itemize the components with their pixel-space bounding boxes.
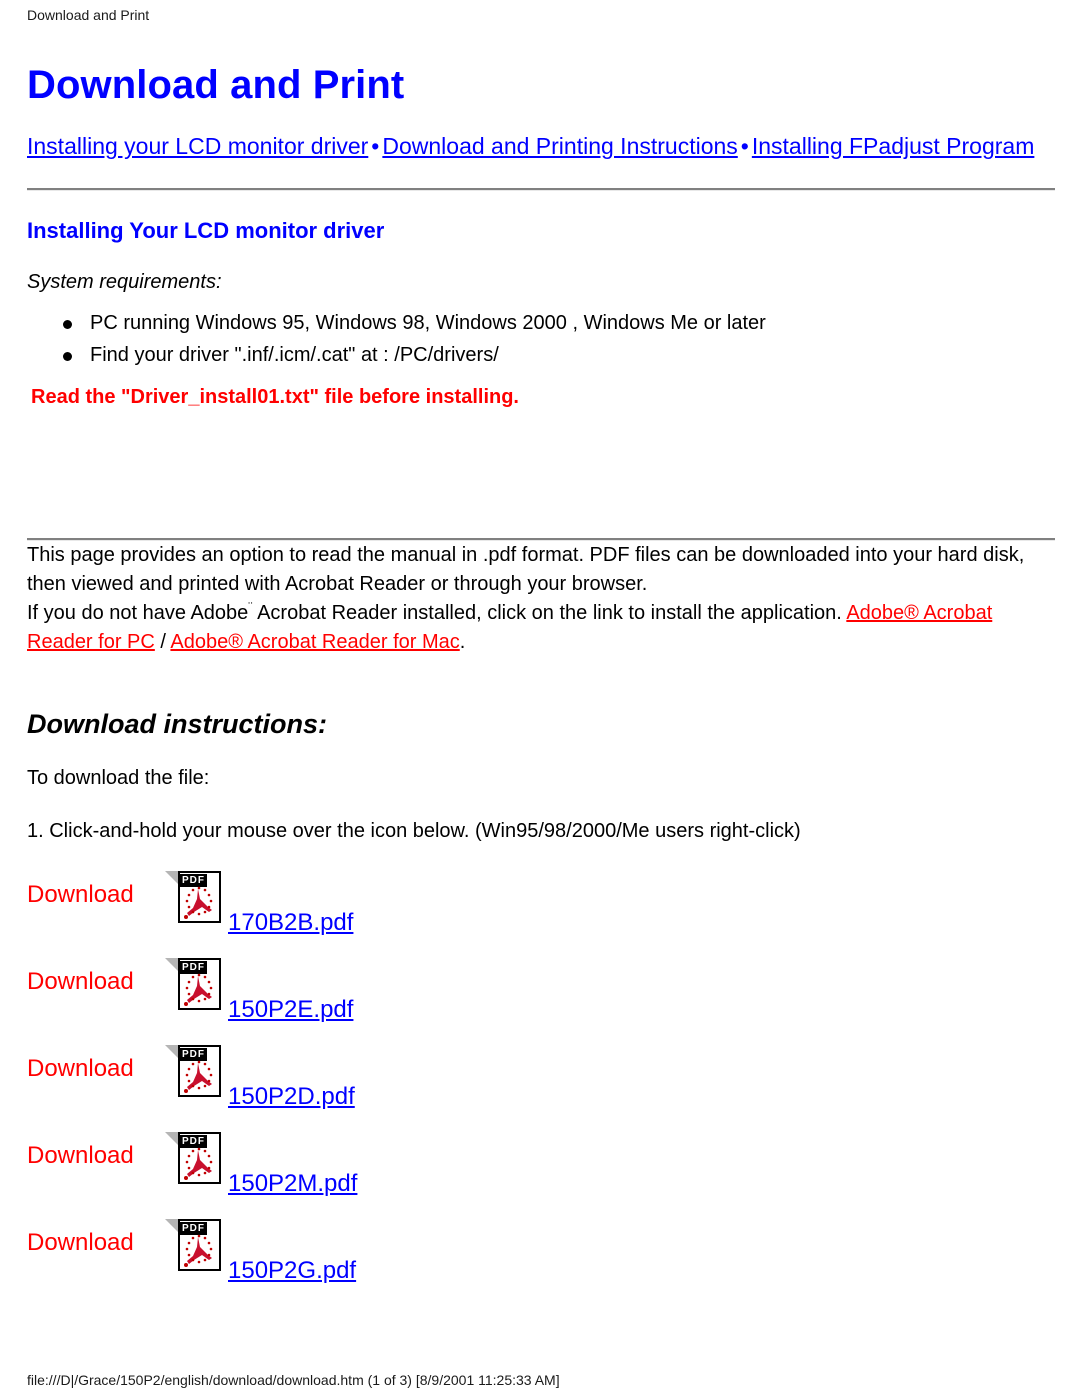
nav-separator-2: • — [740, 133, 749, 159]
nav-link-download-printing[interactable]: Download and Printing Instructions — [382, 133, 737, 159]
requirement-text: PC running Windows 95, Windows 98, Windo… — [90, 312, 766, 334]
bullet-icon — [63, 320, 72, 329]
pdf-file-link[interactable]: 150P2M.pdf — [228, 1169, 357, 1199]
download-row: Download PDF — [27, 867, 1055, 954]
download-label: Download — [27, 1055, 134, 1082]
nav-link-installing-driver[interactable]: Installing your LCD monitor driver — [27, 133, 368, 159]
link-divider: / — [154, 631, 171, 653]
download-intro-text: To download the file: — [27, 767, 210, 789]
link-acrobat-reader-mac[interactable]: Adobe® Acrobat Reader for Mac — [170, 631, 459, 653]
pdf-file-link[interactable]: 150P2G.pdf — [228, 1256, 356, 1286]
page-fold-icon — [165, 1045, 178, 1058]
browser-print-header: Download and Print — [27, 7, 150, 23]
download-row: Download PDF — [27, 1215, 1055, 1302]
download-step-1: 1. Click-and-hold your mouse over the ic… — [27, 820, 801, 842]
download-instructions-heading: Download instructions: — [27, 709, 327, 739]
acrobat-logo-icon — [184, 1234, 213, 1267]
download-row: Download PDF — [27, 1128, 1055, 1215]
pdf-file-link[interactable]: 150P2D.pdf — [228, 1082, 355, 1112]
acrobat-install-paragraph: If you do not have Adobe¨ Acrobat Reader… — [27, 599, 1055, 657]
acrobat-logo-icon — [184, 886, 213, 919]
acrobat-text-mid: Acrobat Reader installed, click on the l… — [252, 602, 847, 624]
pdf-file-link[interactable]: 170B2B.pdf — [228, 908, 353, 938]
paragraph-period: . — [459, 631, 466, 653]
page-fold-icon — [165, 871, 178, 884]
page-fold-icon — [165, 1219, 178, 1232]
horizontal-rule-top — [27, 188, 1055, 191]
download-label: Download — [27, 1229, 134, 1256]
nav-separator-1: • — [371, 133, 380, 159]
requirement-text: Find your driver ".inf/.icm/.cat" at : /… — [90, 344, 499, 366]
page-title: Download and Print — [27, 63, 405, 107]
acrobat-logo-icon — [184, 973, 213, 1006]
list-item: PC running Windows 95, Windows 98, Windo… — [27, 307, 1055, 339]
acrobat-logo-icon — [184, 1060, 213, 1093]
system-requirements-label: System requirements: — [27, 271, 222, 293]
acrobat-logo-icon — [184, 1147, 213, 1180]
page-fold-icon — [165, 1132, 178, 1145]
list-item: Find your driver ".inf/.icm/.cat" at : /… — [27, 339, 1055, 371]
browser-print-footer: file:///D|/Grace/150P2/english/download/… — [27, 1372, 560, 1388]
spacer-block — [27, 411, 1055, 507]
download-label: Download — [27, 968, 134, 995]
download-label: Download — [27, 881, 134, 908]
section-heading-driver: Installing Your LCD monitor driver — [27, 218, 385, 243]
download-row: Download PDF — [27, 1041, 1055, 1128]
bullet-icon — [63, 352, 72, 361]
download-label: Download — [27, 1142, 134, 1169]
acrobat-text-lead: If you do not have Adobe — [27, 602, 249, 624]
download-list: Download PDF 170B2B.pdf Download PDF 150… — [27, 867, 1055, 1302]
pdf-file-link[interactable]: 150P2E.pdf — [228, 995, 353, 1025]
page-fold-icon — [165, 958, 178, 971]
download-row: Download PDF — [27, 954, 1055, 1041]
nav-link-fpadjust[interactable]: Installing FPadjust Program — [752, 133, 1035, 159]
divider-top-wrap — [27, 188, 1055, 191]
requirements-list: PC running Windows 95, Windows 98, Windo… — [27, 307, 1055, 371]
driver-install-warning: Read the "Driver_install01.txt" file bef… — [31, 386, 519, 408]
section-nav-links: Installing your LCD monitor driver • Downl… — [27, 130, 1055, 162]
pdf-info-paragraph: This page provides an option to read the… — [27, 544, 1025, 595]
document-content: Download and Print Installing your LCD m… — [27, 62, 1055, 1302]
